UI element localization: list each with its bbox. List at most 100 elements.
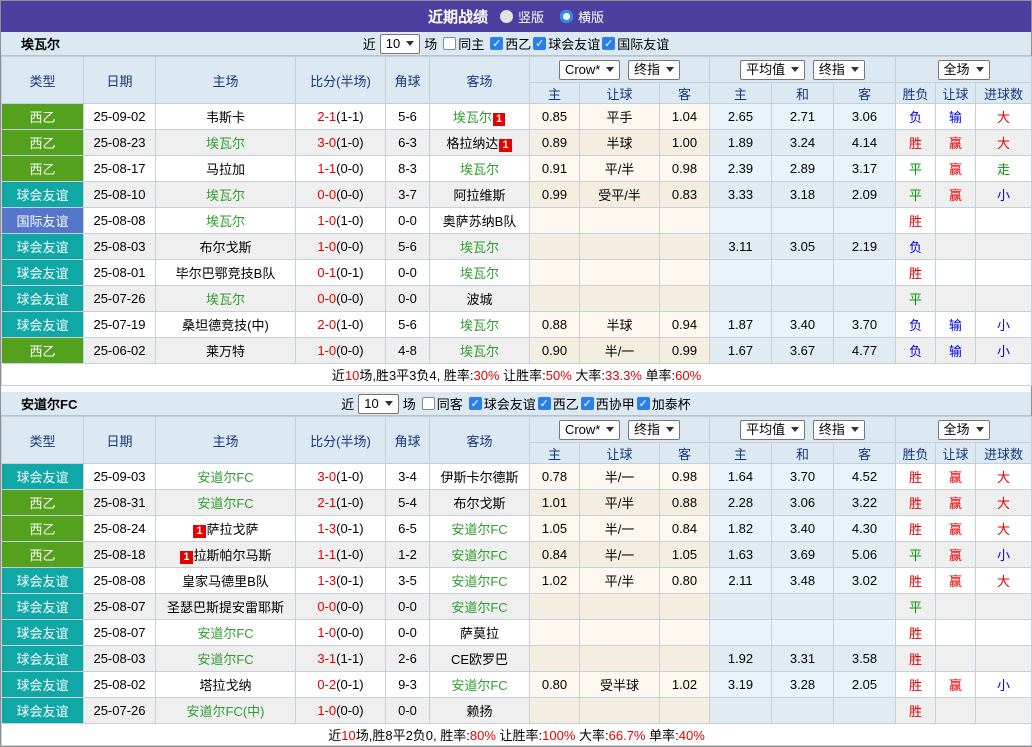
summary-text: 60% [675,368,702,383]
col-avg-home: 主 [709,82,772,104]
odds-away: 1.05 [659,541,710,568]
fulltime-score: 3-1 [317,651,337,666]
avg-header: 平均值 终指 [709,416,896,443]
radio-horizontal-label: 横版 [578,10,605,25]
result-outcome: 胜 [895,207,936,234]
league-filter-checkbox[interactable]: ✓ [580,397,594,410]
away-team: 波城 [429,285,530,312]
league-filter-checkbox[interactable]: ✓ [490,37,504,50]
corner-count: 1-2 [385,541,430,568]
layout-horizontal-radio[interactable]: 横版 [560,7,604,26]
avg-draw: 2.71 [771,103,834,130]
scope-select[interactable]: 全场 [937,59,990,80]
avg-away: 3.58 [833,645,896,672]
odds-handicap: 受半球 [579,671,660,698]
home-team: 布尔戈斯 [155,233,296,260]
home-team-name: 桑坦德竞技(中) [182,318,269,333]
halftime-score: (1-0) [336,213,364,228]
near-label: 近 [341,397,355,412]
games-label: 场 [402,397,416,412]
radio-selected-icon [560,10,573,23]
league-filter-checkbox[interactable]: ✓ [533,37,547,50]
select-value: 终指 [634,61,661,77]
odds-home: 1.01 [529,489,580,516]
avg-home [709,259,772,286]
match-score: 3-0(1-0) [295,129,386,156]
fulltime-score: 1-0 [317,213,337,228]
scope-select[interactable]: 全场 [937,419,990,440]
odds-away: 1.02 [659,671,710,698]
red-card-badge: 1 [492,113,506,126]
league-filter-checkbox[interactable]: ✓ [537,397,551,410]
league-filter-checkbox[interactable]: ✓ [636,397,650,410]
same-venue-filter: 同主 [443,34,484,53]
league-filter-checkbox[interactable]: ✓ [602,37,616,50]
league-type-badge: 球会友谊 [1,311,84,338]
avg-source-select[interactable]: 平均值 [740,59,806,80]
result-outcome: 胜 [895,645,936,672]
odds-final-select[interactable]: 终指 [628,59,681,80]
corner-count: 3-7 [385,181,430,208]
match-score: 1-3(0-1) [295,515,386,542]
league-filter-checkbox[interactable]: ✓ [468,397,482,410]
corner-count: 6-3 [385,129,430,156]
match-date: 25-08-24 [83,515,156,542]
avg-away: 2.09 [833,181,896,208]
avg-away [833,259,896,286]
match-score: 1-1(0-0) [295,155,386,182]
same-venue-checkbox[interactable] [421,397,435,410]
halftime-score: (0-1) [336,677,364,692]
away-team-name: 阿拉维斯 [453,188,506,203]
avg-home: 3.33 [709,181,772,208]
table-row: 球会友谊 25-08-07 圣瑟巴斯提安雷耶斯 0-0(0-0) 0-0 安道尔FC 平 [1,593,1032,620]
col-odds-handicap: 让球 [579,442,660,464]
odds-away [659,259,710,286]
col-avg-draw: 和 [771,82,834,104]
match-date: 25-08-07 [83,593,156,620]
result-outcome: 胜 [895,515,936,542]
result-goals [974,619,1032,646]
results-table: 类型 日期 主场 比分(半场) 角球 客场 Crow* 终指 平均值 终指 全场… [0,56,1032,386]
away-team: 阿拉维斯 [429,181,530,208]
league-type-badge: 球会友谊 [1,671,84,698]
odds-final-select[interactable]: 终指 [628,419,681,440]
away-team-name: 安道尔FC [451,600,508,615]
corner-count: 5-6 [385,103,430,130]
result-outcome: 胜 [895,567,936,594]
col-type: 类型 [1,416,84,464]
home-team: 塔拉戈纳 [155,671,296,698]
summary-text: 近 [331,368,345,383]
games-label: 场 [424,37,438,52]
away-team-name: 波城 [466,292,493,307]
avg-source-select[interactable]: 平均值 [740,419,806,440]
avg-final-select[interactable]: 终指 [812,419,865,440]
summary-text: 大率: [571,368,606,383]
avg-final-select[interactable]: 终指 [812,59,865,80]
same-venue-checkbox[interactable] [443,37,457,50]
halftime-score: (0-0) [336,291,364,306]
odds-away: 0.94 [659,311,710,338]
match-count-select[interactable]: 10 [379,33,421,54]
halftime-score: (0-0) [336,599,364,614]
corner-count: 5-6 [385,233,430,260]
result-handicap [935,233,976,260]
result-outcome: 胜 [895,671,936,698]
league-type-badge: 西乙 [1,489,84,516]
chevron-down-icon [406,41,415,46]
fulltime-score: 1-1 [317,161,337,176]
layout-vertical-radio[interactable]: 竖版 [499,7,544,26]
fulltime-score: 1-1 [317,547,337,562]
match-score: 0-0(0-0) [295,593,386,620]
result-goals: 小 [974,337,1032,364]
team-name: 埃瓦尔 [21,37,61,52]
avg-draw [771,259,834,286]
corner-count: 0-0 [385,259,430,286]
recent-results-panel: 近期战绩 竖版 横版 埃瓦尔 近 10 场 同主 ✓ 西乙 ✓ 球会友谊 ✓ 国… [0,0,1032,747]
match-count-select[interactable]: 10 [358,393,399,414]
avg-draw [771,285,834,312]
match-date: 25-08-10 [83,181,156,208]
odds-home: 0.99 [529,181,580,208]
odds-source-select[interactable]: Crow* [558,419,621,440]
col-corner: 角球 [385,56,430,104]
odds-source-select[interactable]: Crow* [558,59,621,80]
